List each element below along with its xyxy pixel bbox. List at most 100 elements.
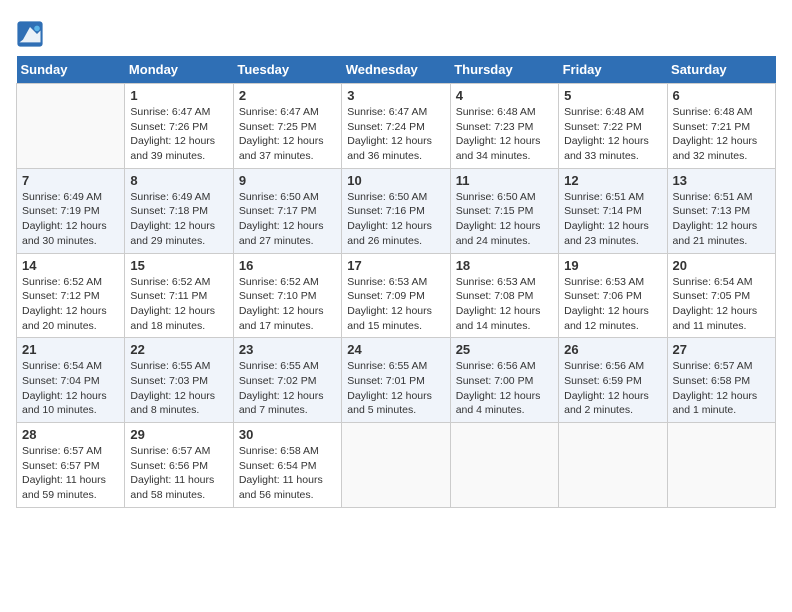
calendar-cell: 2 Sunrise: 6:47 AM Sunset: 7:25 PM Daylig…	[233, 84, 341, 169]
day-info: Sunrise: 6:48 AM Sunset: 7:23 PM Dayligh…	[456, 105, 553, 164]
calendar-cell: 21 Sunrise: 6:54 AM Sunset: 7:04 PM Dayli…	[17, 338, 125, 423]
day-number: 12	[564, 173, 661, 188]
calendar-cell: 1Sunrise: 6:47 AM Sunset: 7:26 PM Daylig…	[125, 84, 233, 169]
day-info: Sunrise: 6:55 AM Sunset: 7:01 PM Dayligh…	[347, 359, 444, 418]
day-number: 28	[22, 427, 119, 442]
day-number: 15	[130, 258, 227, 273]
calendar-cell: 5 Sunrise: 6:48 AM Sunset: 7:22 PM Daylig…	[559, 84, 667, 169]
calendar-cell: 19 Sunrise: 6:53 AM Sunset: 7:06 PM Dayli…	[559, 253, 667, 338]
day-info: Sunrise: 6:55 AM Sunset: 7:02 PM Dayligh…	[239, 359, 336, 418]
day-info: Sunrise: 6:53 AM Sunset: 7:09 PM Dayligh…	[347, 275, 444, 334]
calendar-cell: 25 Sunrise: 6:56 AM Sunset: 7:00 PM Dayli…	[450, 338, 558, 423]
day-info: Sunrise: 6:49 AM Sunset: 7:18 PM Dayligh…	[130, 190, 227, 249]
day-info: Sunrise: 6:55 AM Sunset: 7:03 PM Dayligh…	[130, 359, 227, 418]
day-info: Sunrise: 6:51 AM Sunset: 7:14 PM Dayligh…	[564, 190, 661, 249]
day-info: Sunrise: 6:53 AM Sunset: 7:08 PM Dayligh…	[456, 275, 553, 334]
day-number: 8	[130, 173, 227, 188]
col-header-friday: Friday	[559, 56, 667, 84]
day-info: Sunrise: 6:57 AM Sunset: 6:57 PM Dayligh…	[22, 444, 119, 503]
calendar-week-row: 14 Sunrise: 6:52 AM Sunset: 7:12 PM Dayli…	[17, 253, 776, 338]
day-info: Sunrise: 6:54 AM Sunset: 7:05 PM Dayligh…	[673, 275, 770, 334]
day-number: 29	[130, 427, 227, 442]
day-number: 25	[456, 342, 553, 357]
day-number: 7	[22, 173, 119, 188]
col-header-saturday: Saturday	[667, 56, 775, 84]
calendar-cell: 16Sunrise: 6:52 AM Sunset: 7:10 PM Dayli…	[233, 253, 341, 338]
day-number: 2	[239, 88, 336, 103]
day-number: 4	[456, 88, 553, 103]
day-number: 18	[456, 258, 553, 273]
col-header-wednesday: Wednesday	[342, 56, 450, 84]
day-info: Sunrise: 6:56 AM Sunset: 7:00 PM Dayligh…	[456, 359, 553, 418]
calendar-week-row: 7 Sunrise: 6:49 AM Sunset: 7:19 PM Daylig…	[17, 168, 776, 253]
calendar-week-row: 1Sunrise: 6:47 AM Sunset: 7:26 PM Daylig…	[17, 84, 776, 169]
calendar-cell: 12 Sunrise: 6:51 AM Sunset: 7:14 PM Dayli…	[559, 168, 667, 253]
calendar-cell: 28 Sunrise: 6:57 AM Sunset: 6:57 PM Dayli…	[17, 423, 125, 508]
col-header-sunday: Sunday	[17, 56, 125, 84]
calendar-cell	[450, 423, 558, 508]
day-info: Sunrise: 6:50 AM Sunset: 7:17 PM Dayligh…	[239, 190, 336, 249]
calendar-cell: 30Sunrise: 6:58 AM Sunset: 6:54 PM Dayli…	[233, 423, 341, 508]
day-info: Sunrise: 6:58 AM Sunset: 6:54 PM Dayligh…	[239, 444, 336, 503]
calendar-cell: 3Sunrise: 6:47 AM Sunset: 7:24 PM Daylig…	[342, 84, 450, 169]
day-number: 22	[130, 342, 227, 357]
day-info: Sunrise: 6:48 AM Sunset: 7:22 PM Dayligh…	[564, 105, 661, 164]
day-info: Sunrise: 6:47 AM Sunset: 7:24 PM Dayligh…	[347, 105, 444, 164]
calendar-cell	[342, 423, 450, 508]
calendar-cell: 27 Sunrise: 6:57 AM Sunset: 6:58 PM Dayli…	[667, 338, 775, 423]
day-number: 19	[564, 258, 661, 273]
day-info: Sunrise: 6:52 AM Sunset: 7:12 PM Dayligh…	[22, 275, 119, 334]
calendar-cell: 14 Sunrise: 6:52 AM Sunset: 7:12 PM Dayli…	[17, 253, 125, 338]
calendar-header-row: SundayMondayTuesdayWednesdayThursdayFrid…	[17, 56, 776, 84]
calendar-cell: 20 Sunrise: 6:54 AM Sunset: 7:05 PM Dayli…	[667, 253, 775, 338]
day-info: Sunrise: 6:48 AM Sunset: 7:21 PM Dayligh…	[673, 105, 770, 164]
calendar-cell: 9 Sunrise: 6:50 AM Sunset: 7:17 PM Daylig…	[233, 168, 341, 253]
day-number: 24	[347, 342, 444, 357]
calendar-cell	[17, 84, 125, 169]
calendar-cell	[559, 423, 667, 508]
col-header-monday: Monday	[125, 56, 233, 84]
calendar-cell: 29 Sunrise: 6:57 AM Sunset: 6:56 PM Dayli…	[125, 423, 233, 508]
calendar-week-row: 28 Sunrise: 6:57 AM Sunset: 6:57 PM Dayli…	[17, 423, 776, 508]
day-info: Sunrise: 6:57 AM Sunset: 6:58 PM Dayligh…	[673, 359, 770, 418]
day-info: Sunrise: 6:50 AM Sunset: 7:16 PM Dayligh…	[347, 190, 444, 249]
calendar-cell: 10 Sunrise: 6:50 AM Sunset: 7:16 PM Dayli…	[342, 168, 450, 253]
day-number: 27	[673, 342, 770, 357]
page-header	[16, 16, 776, 48]
day-number: 5	[564, 88, 661, 103]
calendar-cell: 18 Sunrise: 6:53 AM Sunset: 7:08 PM Dayli…	[450, 253, 558, 338]
day-info: Sunrise: 6:50 AM Sunset: 7:15 PM Dayligh…	[456, 190, 553, 249]
calendar-cell: 13 Sunrise: 6:51 AM Sunset: 7:13 PM Dayli…	[667, 168, 775, 253]
calendar-cell: 7 Sunrise: 6:49 AM Sunset: 7:19 PM Daylig…	[17, 168, 125, 253]
calendar-cell: 24 Sunrise: 6:55 AM Sunset: 7:01 PM Dayli…	[342, 338, 450, 423]
calendar-week-row: 21 Sunrise: 6:54 AM Sunset: 7:04 PM Dayli…	[17, 338, 776, 423]
calendar-cell	[667, 423, 775, 508]
col-header-tuesday: Tuesday	[233, 56, 341, 84]
day-number: 23	[239, 342, 336, 357]
col-header-thursday: Thursday	[450, 56, 558, 84]
calendar-cell: 26 Sunrise: 6:56 AM Sunset: 6:59 PM Dayli…	[559, 338, 667, 423]
day-info: Sunrise: 6:57 AM Sunset: 6:56 PM Dayligh…	[130, 444, 227, 503]
day-number: 26	[564, 342, 661, 357]
calendar-cell: 8 Sunrise: 6:49 AM Sunset: 7:18 PM Daylig…	[125, 168, 233, 253]
day-number: 17	[347, 258, 444, 273]
day-info: Sunrise: 6:54 AM Sunset: 7:04 PM Dayligh…	[22, 359, 119, 418]
day-number: 14	[22, 258, 119, 273]
day-info: Sunrise: 6:53 AM Sunset: 7:06 PM Dayligh…	[564, 275, 661, 334]
calendar-cell: 15 Sunrise: 6:52 AM Sunset: 7:11 PM Dayli…	[125, 253, 233, 338]
day-number: 1	[130, 88, 227, 103]
day-number: 10	[347, 173, 444, 188]
day-info: Sunrise: 6:56 AM Sunset: 6:59 PM Dayligh…	[564, 359, 661, 418]
day-info: Sunrise: 6:49 AM Sunset: 7:19 PM Dayligh…	[22, 190, 119, 249]
day-number: 13	[673, 173, 770, 188]
day-info: Sunrise: 6:52 AM Sunset: 7:11 PM Dayligh…	[130, 275, 227, 334]
day-info: Sunrise: 6:47 AM Sunset: 7:25 PM Dayligh…	[239, 105, 336, 164]
day-number: 20	[673, 258, 770, 273]
day-number: 21	[22, 342, 119, 357]
day-number: 9	[239, 173, 336, 188]
calendar-cell: 11Sunrise: 6:50 AM Sunset: 7:15 PM Dayli…	[450, 168, 558, 253]
calendar-cell: 4 Sunrise: 6:48 AM Sunset: 7:23 PM Daylig…	[450, 84, 558, 169]
calendar-cell: 17 Sunrise: 6:53 AM Sunset: 7:09 PM Dayli…	[342, 253, 450, 338]
calendar-cell: 22 Sunrise: 6:55 AM Sunset: 7:03 PM Dayli…	[125, 338, 233, 423]
day-info: Sunrise: 6:51 AM Sunset: 7:13 PM Dayligh…	[673, 190, 770, 249]
